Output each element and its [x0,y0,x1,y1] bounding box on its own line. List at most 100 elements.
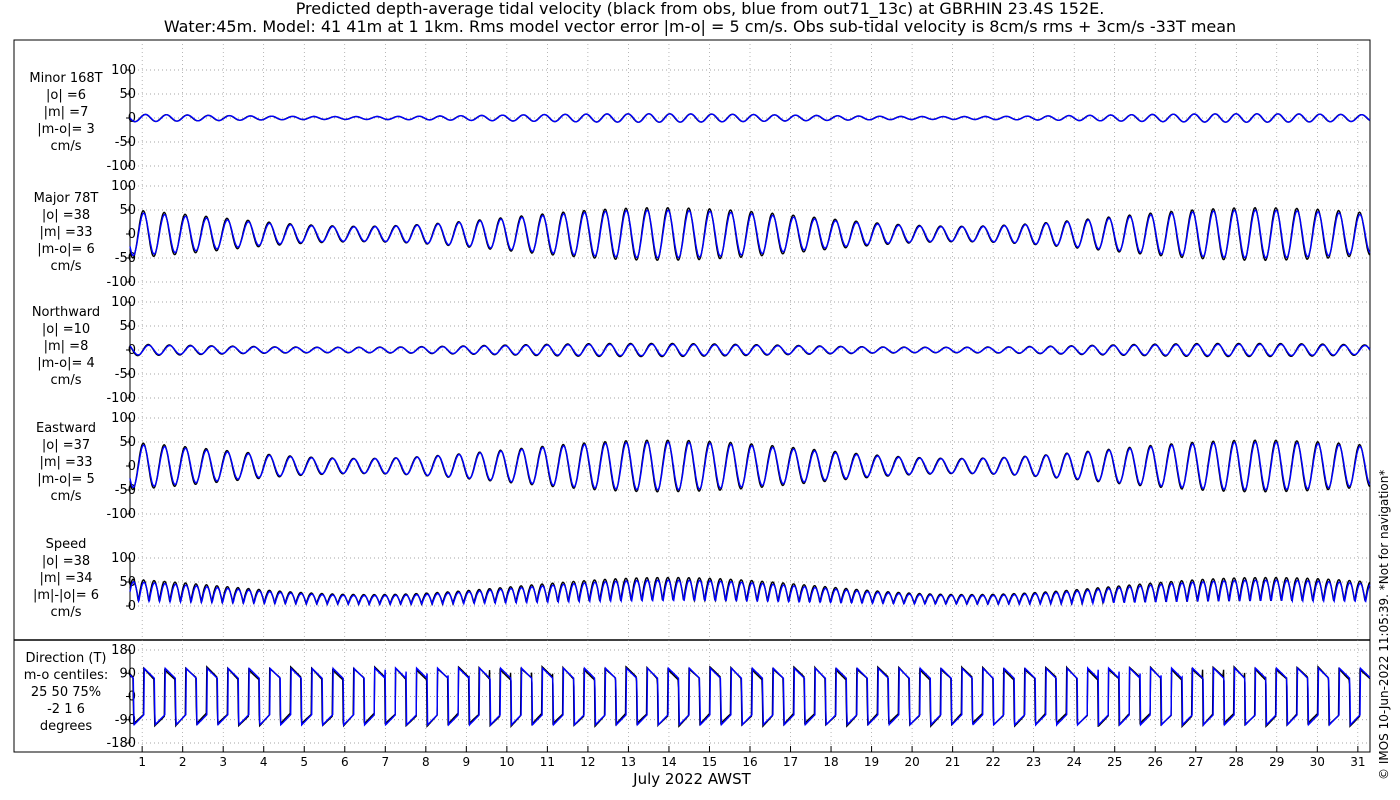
y-tick-label: -100 [106,275,136,290]
panel-label-line: cm/s [51,259,82,274]
x-tick-label: 15 [702,755,717,769]
panel-label-line: cm/s [51,139,82,154]
panel-label-line: |m| =33 [40,455,93,470]
x-tick-label: 30 [1310,755,1325,769]
y-tick-label: 100 [111,179,136,194]
panel-label-direction: Direction (T) m-o centiles: 25 50 75% -2 1 … [24,651,109,734]
panel-major: -100-50050100Major 78T |o| =38 |m| =33 |m-o… [34,179,1371,290]
x-tick-label: 12 [580,755,595,769]
y-tick-label: -100 [106,391,136,406]
y-tick-label: -50 [115,135,136,150]
y-tick-label: -180 [106,736,136,751]
panel-label-line: |m-o|= 6 [37,242,95,257]
y-tick-label: -100 [106,507,136,522]
y-tick-label: 50 [119,319,136,334]
panel-label-line: |m| =34 [40,571,93,586]
y-tick-label: 100 [111,551,136,566]
panel-label-line: |m-o|= 3 [37,122,95,137]
panel-speed: 050100Speed |o| =38 |m| =34 |m|-|o|= 6 cm/s [33,537,1371,620]
panel-label-line: |o| =38 [42,554,90,569]
panel-northward: -100 -50 0 50 100 Northward |o| =10 |m| =8 |m-o|… [32,295,1371,406]
x-tick-label: 21 [945,755,960,769]
y-tick-label: 0 [128,459,136,474]
panel-label-line: cm/s [51,373,82,388]
panel-label-line: Eastward [36,421,96,436]
y-tick-label: -100 [106,159,136,174]
x-tick-label: 18 [823,755,838,769]
x-tick-label: 1 [138,755,146,769]
x-tick-label: 6 [341,755,349,769]
y-tick-label: 0 [128,227,136,242]
panel-label-line: |o| =38 [42,208,90,223]
panel-label-line: Direction (T) [26,651,107,666]
x-tick-label: 22 [985,755,1000,769]
panel-label-line: |m|-|o|= 6 [33,588,99,603]
panel-label-line: |m| =33 [40,225,93,240]
x-tick-label: 9 [463,755,471,769]
x-tick-label: 4 [260,755,268,769]
x-tick-label: 25 [1107,755,1122,769]
x-tick-label: 29 [1269,755,1284,769]
panel-label-line: |m| =7 [44,105,89,120]
x-tick-label: 8 [422,755,430,769]
x-tick-label: 24 [1067,755,1082,769]
panel-label-line: degrees [40,719,93,734]
panel-direction: -180-90090180Direction (T) m-o centiles: 2… [24,643,1371,751]
x-tick-label: 26 [1148,755,1163,769]
x-tick-label: 5 [300,755,308,769]
panel-label-line: |m-o|= 4 [37,356,95,371]
x-tick-label: 31 [1350,755,1365,769]
y-tick-label: -50 [115,483,136,498]
panel-minor: -100 -50 0 50 100 Minor 168T |o| =6 |m| =7 |m-o|… [29,63,1371,174]
y-tick-label: -90 [115,713,136,728]
x-tick-label: 11 [540,755,555,769]
y-tick-label: 0 [128,343,136,358]
y-tick-label: 0 [128,111,136,126]
panel-label-northward: Northward |o| =10 |m| =8 |m-o|= 4 cm/s [32,305,100,388]
panel-label-line: cm/s [51,489,82,504]
y-tick-label: 100 [111,411,136,426]
panel-label-line: -2 1 6 [47,702,85,717]
panel-label-line: Minor 168T [29,71,102,86]
panel-label-line: m-o centiles: [24,668,109,683]
plot-frame [13,39,1371,753]
y-tick-label: 50 [119,435,136,450]
y-tick-label: 100 [111,295,136,310]
panel-label-line: 25 50 75% [31,685,101,700]
panel-label-minor: Minor 168T |o| =6 |m| =7 |m-o|= 3 cm/s [29,71,102,154]
panel-label-speed: Speed |o| =38 |m| =34 |m|-|o|= 6 cm/s [33,537,99,620]
x-tick-label: 3 [219,755,227,769]
panel-label-line: |o| =37 [42,438,90,453]
x-tick-label: 14 [661,755,676,769]
y-tick-label: -50 [115,367,136,382]
x-tick-label: 16 [742,755,757,769]
x-tick-label: 23 [1026,755,1041,769]
x-tick-label: 20 [904,755,919,769]
panel-label-major: Major 78T |o| =38 |m| =33 |m-o|= 6 cm/s [34,191,99,274]
panel-eastward: -100 -50 0 50 100 Eastward |o| =37 |m| =33 |m-o|… [36,411,1371,522]
tidal-velocity-chart: 1 2 3 4 5 6 7 8 9 10 11 12 13 14 15 16 17 18 19 20 21 22 23 24 2… [13,39,1371,788]
y-tick-label: 50 [119,203,136,218]
panel-label-line: |o| =6 [46,88,86,103]
x-axis-label: July 2022 AWST [632,770,751,788]
y-tick-label: 0 [128,599,136,614]
panel-label-line: cm/s [51,605,82,620]
x-tick-label: 19 [864,755,879,769]
panel-label-eastward: Eastward |o| =37 |m| =33 |m-o|= 5 cm/s [36,421,96,504]
x-tick-label: 2 [179,755,187,769]
panel-label-line: |m-o|= 5 [37,472,95,487]
x-tick-label: 13 [621,755,636,769]
panel-label-line: Northward [32,305,100,320]
panel-label-line: Speed [46,537,87,552]
y-tick-label: 0 [128,690,136,705]
panel-label-line: |o| =10 [42,322,90,337]
y-tick-label: 100 [111,63,136,78]
panel-label-line: |m| =8 [44,339,89,354]
x-tick-label: 17 [783,755,798,769]
x-tick-label: 10 [499,755,514,769]
y-tick-label: 180 [111,643,136,658]
x-tick-label: 28 [1229,755,1244,769]
x-tick-label: 27 [1188,755,1203,769]
x-tick-label: 7 [381,755,389,769]
panel-label-line: Major 78T [34,191,99,206]
